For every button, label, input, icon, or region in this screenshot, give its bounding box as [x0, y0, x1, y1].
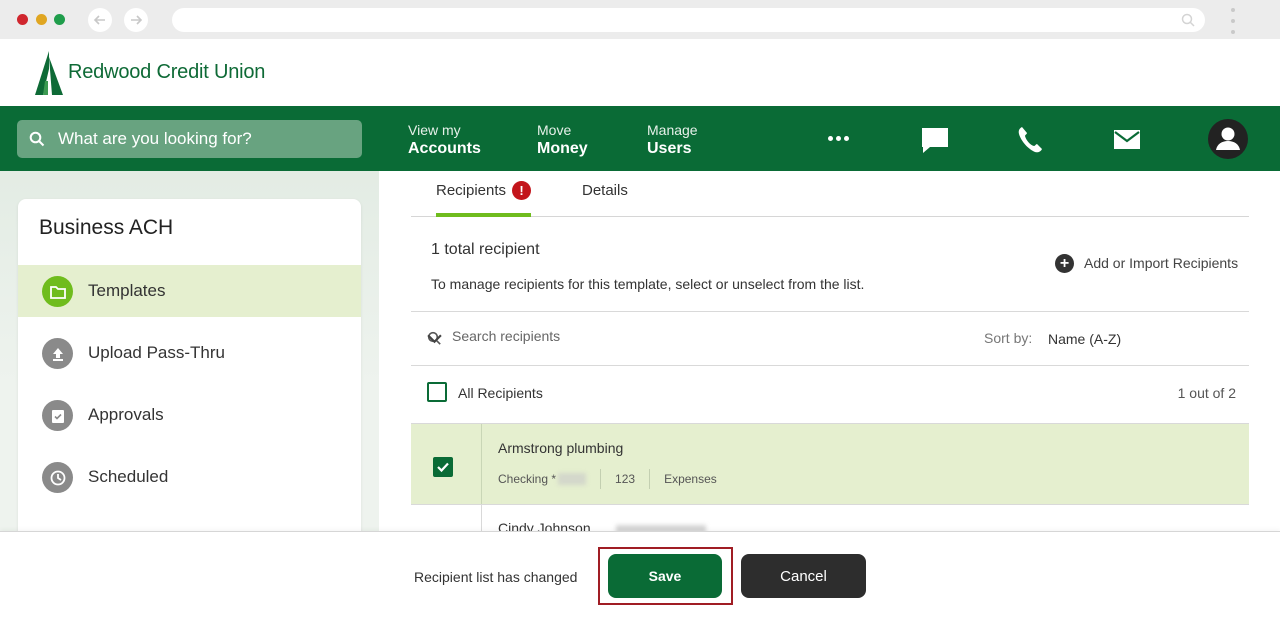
- maximize-window-dot[interactable]: [54, 14, 65, 25]
- more-icon[interactable]: [828, 136, 849, 141]
- brand-name[interactable]: Redwood Credit Union: [68, 61, 265, 84]
- active-tab-indicator: [436, 213, 531, 217]
- redwood-logo-icon[interactable]: [35, 51, 63, 95]
- sidebar-item-approvals[interactable]: Approvals: [18, 389, 361, 441]
- nav-label-big: Accounts: [408, 140, 481, 157]
- top-navigation: View my Accounts Move Money Manage Users: [0, 106, 1280, 171]
- recipient-name: Armstrong plumbing: [498, 440, 624, 456]
- recipient-name: Cindy Johnson: [498, 520, 591, 531]
- sidebar-item-label: Upload Pass-Thru: [88, 343, 226, 362]
- phone-icon[interactable]: [1016, 126, 1046, 154]
- mail-icon[interactable]: [1112, 126, 1142, 154]
- add-import-label: Add or Import Recipients: [1084, 255, 1239, 271]
- upload-icon: [42, 338, 73, 369]
- nav-label-big: Money: [537, 140, 588, 157]
- user-silhouette-icon: [1216, 127, 1240, 150]
- recipient-category: Expenses: [664, 472, 717, 486]
- instructions-text: To manage recipients for this template, …: [431, 276, 865, 292]
- tab-recipients[interactable]: Recipients: [436, 182, 506, 199]
- divider: [481, 424, 482, 504]
- nav-label-small: Manage: [647, 122, 698, 138]
- tab-details[interactable]: Details: [582, 182, 628, 199]
- tab-bar: Recipients ! Details: [411, 171, 1249, 217]
- recipient-search-input[interactable]: [452, 328, 752, 344]
- sidebar-item-label: Approvals: [88, 405, 164, 424]
- recipient-search-bar: Sort by: Name (A-Z): [411, 312, 1249, 365]
- folder-icon: [42, 276, 73, 307]
- save-button[interactable]: Save: [608, 554, 722, 598]
- arrow-left-icon: [93, 15, 105, 25]
- clock-icon: [42, 462, 73, 493]
- total-recipients: 1 total recipient: [431, 241, 540, 258]
- check-icon: [437, 462, 449, 473]
- global-search-input[interactable]: [58, 129, 348, 149]
- arrow-right-icon: [131, 15, 143, 25]
- recipient-meta: Checking * 123 Expenses: [498, 469, 717, 489]
- add-import-recipients-link[interactable]: + Add or Import Recipients: [1055, 253, 1238, 273]
- nav-manage-users[interactable]: Manage Users: [647, 122, 698, 159]
- sort-by-label: Sort by:: [984, 330, 1033, 346]
- table-row[interactable]: Armstrong plumbing Checking * 123 Expens…: [411, 424, 1249, 504]
- minimize-window-dot[interactable]: [36, 14, 47, 25]
- sidebar-item-templates[interactable]: Templates: [18, 265, 361, 317]
- sidebar-item-label: Templates: [88, 281, 166, 300]
- browser-chrome: [0, 0, 1280, 39]
- masked-account-number: [558, 473, 587, 485]
- alert-icon: !: [512, 181, 531, 200]
- back-button[interactable]: [88, 8, 112, 32]
- sidebar-item-upload-pass-thru[interactable]: Upload Pass-Thru: [18, 327, 361, 379]
- search-icon: [29, 131, 45, 147]
- address-bar[interactable]: [172, 8, 1205, 32]
- account-type: Checking *: [498, 472, 557, 486]
- change-message: Recipient list has changed: [414, 569, 578, 585]
- chat-icon[interactable]: [920, 126, 950, 154]
- action-bar: Recipient list has changed Save Cancel: [0, 531, 1280, 620]
- all-recipients-label: All Recipients: [458, 385, 543, 401]
- all-recipients-checkbox[interactable]: [427, 382, 447, 402]
- cancel-button[interactable]: Cancel: [741, 554, 866, 598]
- nav-move-money[interactable]: Move Money: [537, 122, 588, 159]
- forward-button[interactable]: [124, 8, 148, 32]
- global-search[interactable]: [17, 120, 362, 158]
- search-icon: [1181, 13, 1195, 27]
- sidebar: Business ACH Templates Upload Pass-Thru …: [18, 199, 361, 539]
- nav-view-accounts[interactable]: View my Accounts: [408, 122, 481, 159]
- table-row[interactable]: Cindy Johnson: [411, 505, 1249, 531]
- sidebar-item-label: Scheduled: [88, 467, 169, 486]
- divider: [481, 505, 482, 531]
- browser-menu-icon[interactable]: [1229, 8, 1237, 34]
- recipient-code: 123: [615, 472, 636, 486]
- recipient-checkbox[interactable]: [433, 457, 453, 477]
- nav-label-small: View my: [408, 122, 461, 138]
- chevron-down-icon[interactable]: [427, 331, 442, 346]
- clipboard-check-icon: [42, 400, 73, 431]
- nav-label-small: Move: [537, 122, 572, 138]
- selection-count: 1 out of 2: [1177, 385, 1236, 401]
- profile-icon[interactable]: [1208, 119, 1248, 159]
- sidebar-title: Business ACH: [39, 216, 174, 239]
- all-recipients-row: All Recipients 1 out of 2: [411, 366, 1249, 423]
- nav-label-big: Users: [647, 140, 692, 157]
- plus-circle-icon: +: [1055, 253, 1074, 273]
- close-window-dot[interactable]: [17, 14, 28, 25]
- sidebar-item-scheduled[interactable]: Scheduled: [18, 451, 361, 503]
- brand-header: Redwood Credit Union: [0, 39, 1280, 106]
- sort-select[interactable]: Name (A-Z): [1048, 331, 1121, 347]
